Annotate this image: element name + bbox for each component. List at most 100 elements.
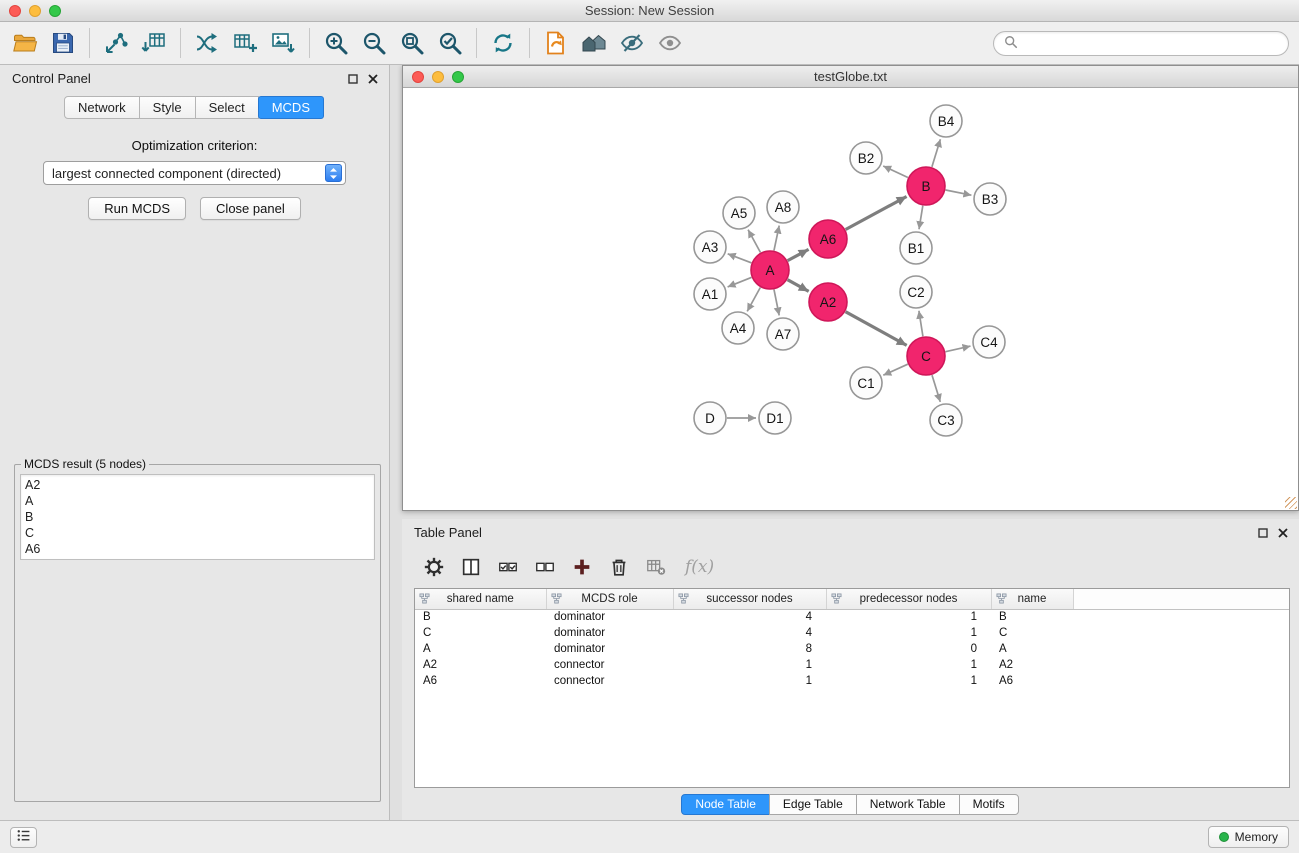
node-C1[interactable]: C1 [850, 367, 882, 399]
zoom-fit-button[interactable] [393, 25, 431, 61]
cell-mcds-role[interactable]: dominator [546, 641, 673, 657]
zoom-window-button[interactable] [49, 5, 61, 17]
edge-A-A5[interactable] [748, 230, 760, 253]
cell-predecessor-nodes[interactable]: 1 [826, 625, 991, 641]
function-builder-button[interactable]: f(x) [685, 555, 714, 579]
node-C2[interactable]: C2 [900, 276, 932, 308]
cell-predecessor-nodes[interactable]: 1 [826, 673, 991, 689]
mcds-result-list[interactable]: A2ABCA6 [20, 474, 375, 560]
show-graphics-details-button[interactable] [651, 25, 689, 61]
edge-A-A4[interactable] [747, 288, 760, 312]
edge-A-A2[interactable] [788, 280, 809, 292]
float-table-panel-icon[interactable] [1258, 528, 1268, 538]
node-C4[interactable]: C4 [973, 326, 1005, 358]
tab-network-table[interactable]: Network Table [856, 794, 960, 815]
criterion-dropdown[interactable]: largest connected component (directed) [43, 161, 346, 185]
select-all-rows-button[interactable] [496, 555, 520, 579]
mcds-result-item[interactable]: A [25, 493, 370, 509]
node-A2[interactable]: A2 [809, 283, 847, 321]
cell-mcds-role[interactable]: dominator [546, 609, 673, 625]
tab-edge-table[interactable]: Edge Table [769, 794, 857, 815]
create-column-button[interactable] [570, 555, 594, 579]
cell-predecessor-nodes[interactable]: 0 [826, 641, 991, 657]
delete-column-button[interactable] [607, 555, 631, 579]
node-A4[interactable]: A4 [722, 312, 754, 344]
node-D1[interactable]: D1 [759, 402, 791, 434]
cell-name[interactable]: B [991, 609, 1073, 625]
task-history-button[interactable] [10, 827, 37, 848]
edge-A-A7[interactable] [774, 290, 779, 316]
cell-shared-name[interactable]: A6 [415, 673, 546, 689]
float-panel-icon[interactable] [348, 74, 358, 84]
cell-successor-nodes[interactable]: 1 [673, 657, 826, 673]
tab-style[interactable]: Style [139, 96, 196, 119]
cell-shared-name[interactable]: C [415, 625, 546, 641]
search-input[interactable] [1024, 36, 1278, 51]
close-panel-button[interactable]: Close panel [200, 197, 301, 220]
edge-B-B3[interactable] [946, 190, 972, 195]
node-A[interactable]: A [751, 251, 789, 289]
column-header-mcds-role[interactable]: MCDS role [546, 589, 673, 609]
memory-button[interactable]: Memory [1208, 826, 1289, 848]
cell-shared-name[interactable]: A2 [415, 657, 546, 673]
open-recent-file-button[interactable] [537, 25, 575, 61]
mcds-result-item[interactable]: A6 [25, 541, 370, 557]
node-B3[interactable]: B3 [974, 183, 1006, 215]
edge-A-A1[interactable] [728, 277, 752, 287]
cell-mcds-role[interactable]: connector [546, 673, 673, 689]
network-minimize-button[interactable] [432, 71, 444, 83]
edge-C-C4[interactable] [946, 346, 971, 352]
tab-node-table[interactable]: Node Table [681, 794, 770, 815]
node-A1[interactable]: A1 [694, 278, 726, 310]
tab-motifs[interactable]: Motifs [959, 794, 1019, 815]
network-zoom-button[interactable] [452, 71, 464, 83]
mcds-result-item[interactable]: A2 [25, 477, 370, 493]
zoom-in-button[interactable] [317, 25, 355, 61]
cell-name[interactable]: A6 [991, 673, 1073, 689]
edge-C-C2[interactable] [919, 311, 923, 336]
node-D[interactable]: D [694, 402, 726, 434]
open-session-button[interactable] [6, 25, 44, 61]
import-table-from-file-button[interactable] [135, 25, 173, 61]
node-A6[interactable]: A6 [809, 220, 847, 258]
mcds-result-item[interactable]: B [25, 509, 370, 525]
cell-name[interactable]: A [991, 641, 1073, 657]
tab-mcds[interactable]: MCDS [258, 96, 324, 119]
column-header-shared-name[interactable]: shared name [415, 589, 546, 609]
run-mcds-button[interactable]: Run MCDS [88, 197, 186, 220]
network-overview-button[interactable] [575, 25, 613, 61]
cell-name[interactable]: A2 [991, 657, 1073, 673]
close-window-button[interactable] [9, 5, 21, 17]
edge-B-B1[interactable] [919, 206, 923, 230]
close-panel-icon[interactable] [368, 74, 378, 84]
new-network-button[interactable] [188, 25, 226, 61]
edge-C-C1[interactable] [883, 364, 908, 375]
cell-shared-name[interactable]: A [415, 641, 546, 657]
column-header-name[interactable]: name [991, 589, 1073, 609]
delete-table-button[interactable] [644, 555, 668, 579]
network-close-button[interactable] [412, 71, 424, 83]
node-C[interactable]: C [907, 337, 945, 375]
edge-A-A8[interactable] [774, 226, 779, 251]
network-canvas[interactable]: B4B2BB3A8A5A6A3B1AC2A1A2A4A7C4CC1C3DD1 [403, 88, 1298, 510]
zoom-out-button[interactable] [355, 25, 393, 61]
show-columns-button[interactable] [459, 555, 483, 579]
table-row[interactable]: Adominator80A [415, 641, 1289, 657]
save-session-button[interactable] [44, 25, 82, 61]
tab-select[interactable]: Select [195, 96, 259, 119]
cell-name[interactable]: C [991, 625, 1073, 641]
node-C3[interactable]: C3 [930, 404, 962, 436]
edge-B-B2[interactable] [883, 166, 908, 178]
table-row[interactable]: A6connector11A6 [415, 673, 1289, 689]
network-graph[interactable]: B4B2BB3A8A5A6A3B1AC2A1A2A4A7C4CC1C3DD1 [403, 88, 1297, 509]
edge-A6-B[interactable] [846, 197, 907, 230]
apply-layout-button[interactable] [484, 25, 522, 61]
close-table-panel-icon[interactable] [1278, 528, 1288, 538]
node-A7[interactable]: A7 [767, 318, 799, 350]
resize-grip-icon[interactable] [1285, 497, 1297, 509]
cell-successor-nodes[interactable]: 1 [673, 673, 826, 689]
search-box[interactable] [993, 31, 1289, 56]
node-A3[interactable]: A3 [694, 231, 726, 263]
edge-A-A6[interactable] [788, 249, 809, 260]
node-B1[interactable]: B1 [900, 232, 932, 264]
